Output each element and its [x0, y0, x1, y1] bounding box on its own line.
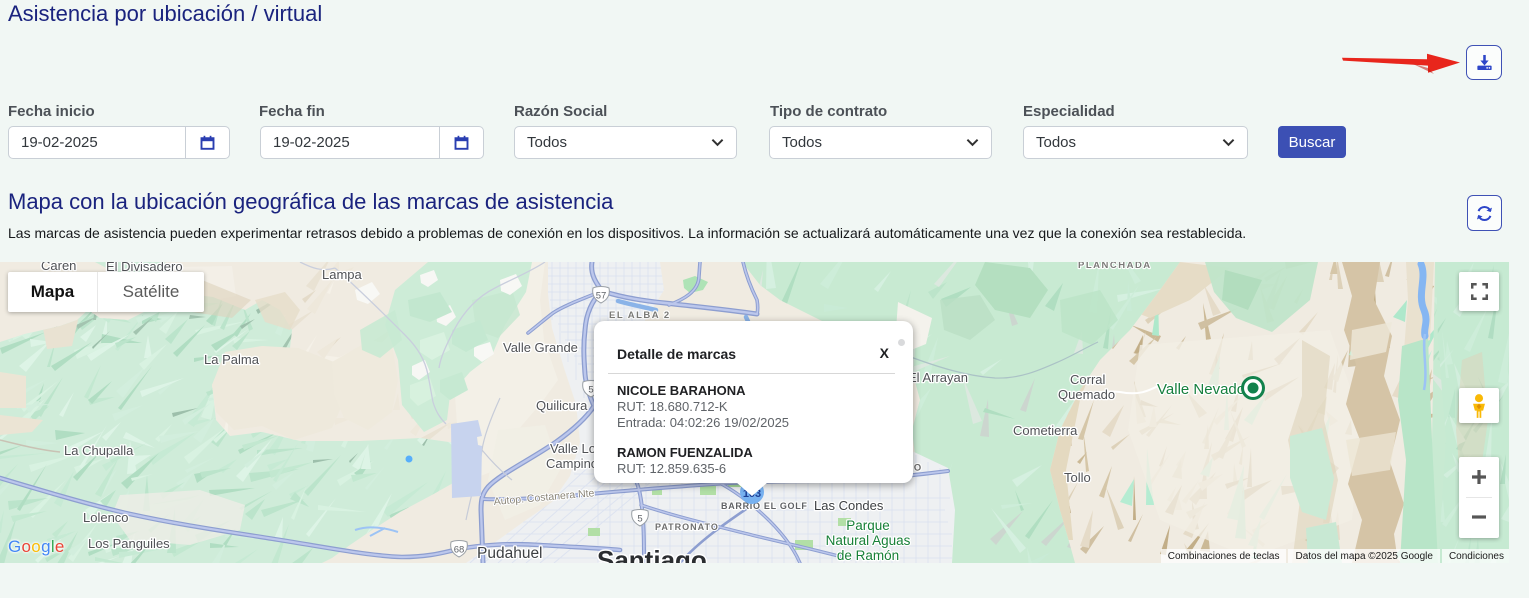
svg-text:Corral: Corral	[1070, 372, 1106, 387]
svg-text:BARRIO EL GOLF: BARRIO EL GOLF	[721, 501, 808, 511]
svg-text:de Ramón: de Ramón	[837, 548, 899, 563]
svg-text:Lampa: Lampa	[322, 267, 363, 282]
svg-text:Santiago: Santiago	[597, 545, 707, 563]
svg-text:PLANCHADA: PLANCHADA	[1078, 262, 1152, 271]
svg-text:Pudahuel: Pudahuel	[477, 545, 543, 562]
svg-text:Cometierra: Cometierra	[1013, 423, 1078, 438]
svg-text:5: 5	[588, 385, 593, 396]
svg-text:Campino: Campino	[546, 456, 598, 471]
svg-text:57: 57	[596, 291, 607, 302]
svg-text:Quilicura: Quilicura	[536, 398, 588, 413]
svg-text:Tollo: Tollo	[1064, 470, 1091, 485]
svg-text:Los Panguiles: Los Panguiles	[88, 536, 170, 551]
svg-text:Valle Grande: Valle Grande	[503, 340, 578, 355]
svg-text:Las Condes: Las Condes	[814, 498, 884, 513]
svg-text:El Arrayan: El Arrayan	[908, 370, 968, 385]
svg-text:EL ALBA 2: EL ALBA 2	[609, 310, 671, 321]
svg-text:Valle Lo: Valle Lo	[550, 441, 596, 456]
svg-text:Natural Aguas: Natural Aguas	[826, 533, 911, 548]
svg-text:PATRONATO: PATRONATO	[655, 522, 719, 532]
svg-text:5: 5	[637, 514, 642, 525]
svg-text:La Chupalla: La Chupalla	[64, 443, 134, 458]
svg-text:Valle Nevado: Valle Nevado	[1157, 381, 1245, 398]
svg-text:Lolenco: Lolenco	[83, 510, 129, 525]
svg-text:Quemado: Quemado	[1058, 387, 1115, 402]
svg-text:68: 68	[454, 545, 465, 556]
svg-text:La Palma: La Palma	[204, 352, 260, 367]
svg-text:Parque: Parque	[846, 518, 890, 533]
